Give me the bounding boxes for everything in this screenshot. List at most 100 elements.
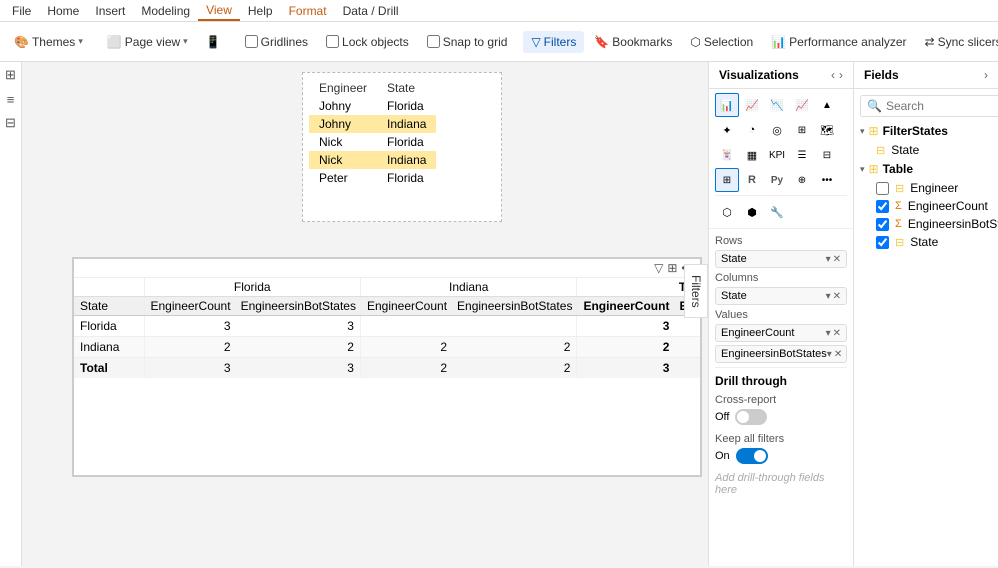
botstates-field-label: EngineersinBotSt... xyxy=(908,217,998,231)
viz-icon-b1[interactable]: ⬡ xyxy=(715,200,739,224)
mobile-view-button[interactable]: 📱 xyxy=(198,31,229,53)
viz-icon-100pct[interactable]: 📉 xyxy=(765,93,789,117)
viz-icon-pie[interactable]: ◔ xyxy=(740,118,764,142)
performance-analyzer-button[interactable]: 📊 Performance analyzer xyxy=(763,31,914,53)
sidebar-icon-2[interactable]: ≡ xyxy=(2,90,20,108)
menu-insert[interactable]: Insert xyxy=(87,2,133,20)
lock-objects-checkbox[interactable] xyxy=(326,35,339,48)
lock-objects-checkbox-label[interactable]: Lock objects xyxy=(318,31,417,53)
menu-help[interactable]: Help xyxy=(240,2,281,20)
columns-zone-label: Columns xyxy=(715,272,847,284)
menu-home[interactable]: Home xyxy=(39,2,87,20)
field-group-filterstates-header[interactable]: ▾ ⊞ FilterStates xyxy=(854,121,998,141)
matrix-focus-btn[interactable]: ⊞ xyxy=(667,261,677,275)
selection-button[interactable]: ⬡ Selection xyxy=(682,31,761,53)
field-item-engineer[interactable]: ⊟ Engineer xyxy=(854,179,998,197)
engineercount-checkbox[interactable] xyxy=(876,200,889,213)
gridlines-checkbox-label[interactable]: Gridlines xyxy=(237,31,316,53)
matrix-cell-in-count: 2 xyxy=(360,358,453,379)
filters-button[interactable]: ▽ Filters xyxy=(523,31,584,53)
matrix-filter-btn[interactable]: ▽ xyxy=(654,261,663,275)
viz-icon-stacked-bar[interactable]: 📈 xyxy=(740,93,764,117)
menu-bar: File Home Insert Modeling View Help Form… xyxy=(0,0,998,22)
fields-search-box[interactable]: 🔍 xyxy=(860,95,998,117)
values-zone-field-1[interactable]: EngineersinBotStates ▾ ✕ xyxy=(715,345,847,363)
matrix-cell-fl-bot: 3 xyxy=(237,316,361,337)
viz-icon-kpi[interactable]: KPI xyxy=(765,143,789,167)
list-cell-engineer: Nick xyxy=(309,133,377,151)
snap-to-grid-checkbox-label[interactable]: Snap to grid xyxy=(419,31,516,53)
page-view-button[interactable]: ⬜ Page view ▾ xyxy=(99,31,196,53)
viz-icon-card[interactable]: 🃏 xyxy=(715,143,739,167)
filters-side-tab[interactable]: Filters xyxy=(684,264,708,319)
menu-modeling[interactable]: Modeling xyxy=(133,2,198,20)
sidebar-icon-1[interactable]: ⊞ xyxy=(2,66,20,84)
viz-icon-custom1[interactable]: ⊕ xyxy=(790,168,814,192)
viz-icon-python[interactable]: Py xyxy=(765,168,789,192)
field-group-table-header[interactable]: ▾ ⊞ Table xyxy=(854,159,998,179)
cross-report-toggle[interactable] xyxy=(735,409,767,425)
table-table-icon: ⊞ xyxy=(869,162,879,176)
field-item-engineersinbotstates[interactable]: Σ EngineersinBotSt... xyxy=(854,215,998,233)
keep-filters-toggle[interactable] xyxy=(736,448,768,464)
columns-field-name: State xyxy=(721,290,747,302)
viz-icon-matrix[interactable]: ⊞ xyxy=(715,168,739,192)
chevron-down-icon-table: ▾ xyxy=(860,164,865,175)
menu-format[interactable]: Format xyxy=(281,2,335,20)
field-item-filterstates-state[interactable]: ⊟ State xyxy=(854,141,998,159)
values-field-0-remove[interactable]: ✕ xyxy=(833,328,841,339)
sidebar-icon-3[interactable]: ⊟ xyxy=(2,114,20,132)
list-visual[interactable]: Engineer State Johny Florida Johny India… xyxy=(302,72,502,222)
gridlines-checkbox[interactable] xyxy=(245,35,258,48)
values-field-1-dropdown[interactable]: ▾ xyxy=(827,349,832,360)
matrix-visual[interactable]: ▽ ⊞ ••• Florida Indiana Total State xyxy=(72,257,702,477)
drill-section: Drill through Cross-report Off Keep all … xyxy=(715,367,847,496)
matrix-cell-in-bot: 2 xyxy=(453,337,577,358)
rows-zone-field[interactable]: State ▾ ✕ xyxy=(715,250,847,268)
viz-icon-map[interactable]: 🗺 xyxy=(815,118,839,142)
viz-icon-bar[interactable]: 📊 xyxy=(715,93,739,117)
viz-icon-b2[interactable]: ⬢ xyxy=(740,200,764,224)
columns-field-dropdown[interactable]: ▾ xyxy=(826,291,831,302)
fields-search-input[interactable] xyxy=(886,99,998,113)
field-item-engineercount[interactable]: Σ EngineerCount xyxy=(854,197,998,215)
columns-zone-field[interactable]: State ▾ ✕ xyxy=(715,287,847,305)
viz-icon-table[interactable]: ⊟ xyxy=(815,143,839,167)
engineer-checkbox[interactable] xyxy=(876,182,889,195)
viz-icon-scatter[interactable]: ✦ xyxy=(715,118,739,142)
viz-icon-slicer[interactable]: ☰ xyxy=(790,143,814,167)
values-zone-field-0[interactable]: EngineerCount ▾ ✕ xyxy=(715,324,847,342)
viz-icon-more[interactable]: ••• xyxy=(815,168,839,192)
cross-report-off-label: Off xyxy=(715,411,729,423)
columns-field-remove[interactable]: ✕ xyxy=(833,291,841,302)
visualizations-title: Visualizations xyxy=(719,68,799,82)
tablestate-checkbox[interactable] xyxy=(876,236,889,249)
viz-icon-b3[interactable]: 🔧 xyxy=(765,200,789,224)
bookmarks-button[interactable]: 🔖 Bookmarks xyxy=(586,31,680,53)
viz-icon-multicard[interactable]: ▦ xyxy=(740,143,764,167)
viz-icon-donut[interactable]: ◎ xyxy=(765,118,789,142)
themes-button[interactable]: 🎨 Themes ▾ xyxy=(6,31,91,53)
menu-view[interactable]: View xyxy=(198,1,240,21)
fields-panel-more-btn[interactable]: › xyxy=(984,68,988,82)
menu-file[interactable]: File xyxy=(4,2,39,20)
viz-icon-area[interactable]: ▲ xyxy=(815,93,839,117)
viz-icon-line[interactable]: 📈 xyxy=(790,93,814,117)
viz-panel-more-btn[interactable]: › xyxy=(839,68,843,82)
left-sidebar: ⊞ ≡ ⊟ xyxy=(0,62,22,566)
values-field-1-remove[interactable]: ✕ xyxy=(834,349,842,360)
add-drill-fields[interactable]: Add drill-through fields here xyxy=(715,472,847,496)
viz-panel-expand-btn[interactable]: ‹ xyxy=(831,68,835,82)
rows-field-dropdown[interactable]: ▾ xyxy=(826,254,831,265)
values-field-0-dropdown[interactable]: ▾ xyxy=(826,328,831,339)
botstates-checkbox[interactable] xyxy=(876,218,889,231)
sync-slicers-button[interactable]: ⇄ Sync slicers xyxy=(917,31,998,53)
viz-icon-treemap[interactable]: ⊞ xyxy=(790,118,814,142)
canvas-area: Engineer State Johny Florida Johny India… xyxy=(22,62,708,566)
viz-icon-r[interactable]: R xyxy=(740,168,764,192)
snap-to-grid-checkbox[interactable] xyxy=(427,35,440,48)
field-item-table-state[interactable]: ⊟ State xyxy=(854,233,998,251)
matrix-row-indiana: Indiana 2 2 2 2 2 2 xyxy=(74,337,700,358)
rows-field-remove[interactable]: ✕ xyxy=(833,254,841,265)
menu-data-drill[interactable]: Data / Drill xyxy=(335,2,407,20)
